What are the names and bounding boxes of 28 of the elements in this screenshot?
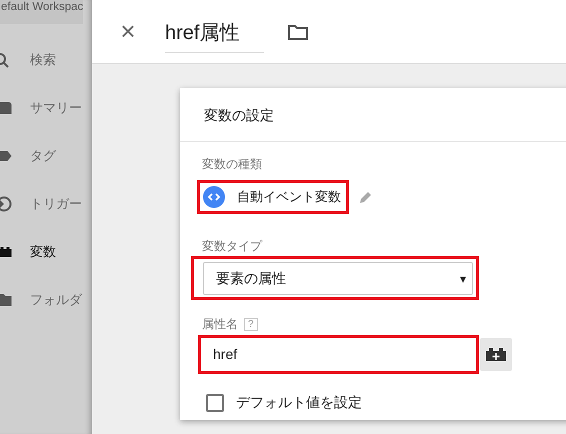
card-title: 変数の設定 <box>180 88 566 142</box>
block-plus-icon <box>486 348 506 361</box>
field-label: 変数の種類 <box>202 156 263 173</box>
block-icon <box>0 247 12 257</box>
sidebar-item[interactable]: フォルダ <box>0 286 92 314</box>
sidebar-item[interactable]: トリガー <box>0 190 92 218</box>
box-icon <box>0 102 12 114</box>
help-badge[interactable]: ? <box>244 318 258 331</box>
sidebar-item[interactable]: 変数 <box>0 238 92 266</box>
name-field[interactable]: href属性 <box>165 16 264 52</box>
trigger-icon <box>0 196 12 212</box>
field-label: 変数タイプ <box>202 238 264 255</box>
tag-icon <box>0 151 12 161</box>
field-label: 属性名 <box>202 316 238 333</box>
add-variable-button[interactable] <box>480 338 512 371</box>
sidebar-item[interactable]: 検索 <box>0 46 92 74</box>
sidebar-item[interactable]: サマリー <box>0 94 92 122</box>
code-icon <box>203 186 225 208</box>
input-field[interactable]: href <box>203 340 474 369</box>
type-dropdown[interactable]: 要素の属性 ▾ <box>203 262 473 295</box>
checkbox-label: デフォルト値を設定 <box>236 394 362 412</box>
checkbox[interactable] <box>206 394 224 412</box>
close-button[interactable]: × <box>116 16 140 47</box>
sidebar-item[interactable]: タグ <box>0 142 92 170</box>
folder-icon <box>0 294 12 306</box>
folder-icon[interactable] <box>288 24 308 40</box>
workspace-name: efault Workspac <box>0 0 84 24</box>
variable-kind: 自動イベント変数 <box>237 188 341 206</box>
